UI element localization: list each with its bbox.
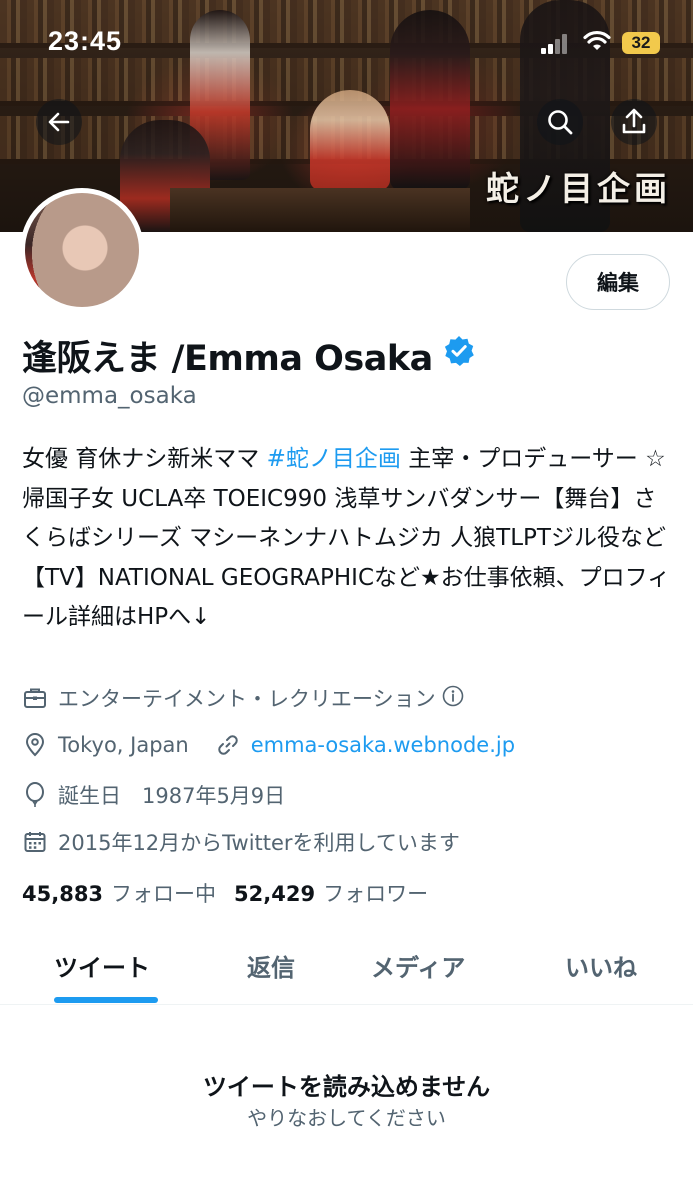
tab-media[interactable]: メディア bbox=[371, 948, 465, 983]
active-tab-indicator bbox=[54, 997, 158, 1003]
bio-text: 主宰・プロデューサー ☆帰国子女 UCLA卒 TOEIC990 浅草サンバダンサ… bbox=[22, 446, 671, 630]
banner-person bbox=[310, 90, 390, 190]
calendar-icon bbox=[22, 829, 48, 855]
following-label: フォロー中 bbox=[111, 882, 217, 906]
location-pin-icon bbox=[22, 732, 48, 758]
link-icon bbox=[215, 732, 241, 758]
followers-label: フォロワー bbox=[323, 882, 429, 906]
avatar[interactable] bbox=[20, 188, 144, 312]
profile-bio: 女優 育休ナシ新米ママ #蛇ノ目企画 主宰・プロデューサー ☆帰国子女 UCLA… bbox=[22, 440, 672, 638]
profile-birthday-row: 誕生日 1987年5月9日 bbox=[22, 780, 285, 810]
profile-birthday: 誕生日 1987年5月9日 bbox=[58, 784, 286, 808]
briefcase-icon bbox=[22, 685, 48, 711]
search-button[interactable] bbox=[537, 99, 583, 145]
profile-location: Tokyo, Japan bbox=[58, 733, 189, 757]
search-icon bbox=[548, 110, 573, 135]
banner-table bbox=[170, 188, 470, 232]
arrow-left-icon bbox=[48, 112, 70, 132]
profile-location-row: Tokyo, Japan emma-osaka.webnode.jp bbox=[22, 732, 515, 758]
profile-tabs: ツイート 返信 メディア いいね bbox=[0, 930, 693, 1005]
cellular-signal-icon bbox=[541, 34, 567, 54]
following-link[interactable]: 45,883 フォロー中 bbox=[22, 882, 216, 906]
profile-category-row: エンターテイメント・レクリエーション bbox=[22, 683, 464, 713]
display-name: 逢阪えま /Emma Osaka bbox=[22, 339, 433, 379]
edit-profile-button[interactable]: 編集 bbox=[566, 254, 670, 310]
bio-hashtag-link[interactable]: #蛇ノ目企画 bbox=[267, 446, 401, 472]
following-count: 45,883 bbox=[22, 882, 104, 906]
followers-link[interactable]: 52,429 フォロワー bbox=[234, 882, 428, 906]
share-button[interactable] bbox=[611, 99, 657, 145]
profile-website-link[interactable]: emma-osaka.webnode.jp bbox=[251, 733, 515, 757]
profile-name-row: 逢阪えま /Emma Osaka bbox=[22, 330, 475, 381]
bio-text: 女優 育休ナシ新米ママ bbox=[22, 446, 267, 472]
battery-indicator: 32 bbox=[622, 32, 660, 54]
status-bar: 23:45 32 bbox=[0, 0, 693, 80]
error-title: ツイートを読み込めません bbox=[202, 1073, 491, 1101]
banner-logo-text: 蛇ノ目企画 bbox=[486, 169, 671, 208]
share-icon bbox=[622, 108, 646, 134]
follow-counts: 45,883 フォロー中 52,429 フォロワー bbox=[22, 878, 428, 908]
wifi-icon bbox=[583, 30, 611, 56]
tab-replies[interactable]: 返信 bbox=[247, 948, 295, 983]
info-icon[interactable] bbox=[442, 685, 464, 712]
followers-count: 52,429 bbox=[234, 882, 316, 906]
profile-joined-row: 2015年12月からTwitterを利用しています bbox=[22, 827, 460, 857]
profile-category: エンターテイメント・レクリエーション bbox=[58, 687, 436, 711]
balloon-icon bbox=[22, 782, 48, 808]
verified-badge-icon[interactable] bbox=[443, 335, 475, 376]
tab-tweets[interactable]: ツイート bbox=[54, 948, 150, 983]
user-handle: @emma_osaka bbox=[22, 383, 197, 409]
status-time: 23:45 bbox=[48, 26, 123, 56]
error-subtitle[interactable]: やりなおしてください bbox=[0, 1102, 693, 1131]
profile-joined-date: 2015年12月からTwitterを利用しています bbox=[58, 831, 460, 855]
back-button[interactable] bbox=[36, 99, 82, 145]
tab-likes[interactable]: いいね bbox=[565, 948, 637, 983]
